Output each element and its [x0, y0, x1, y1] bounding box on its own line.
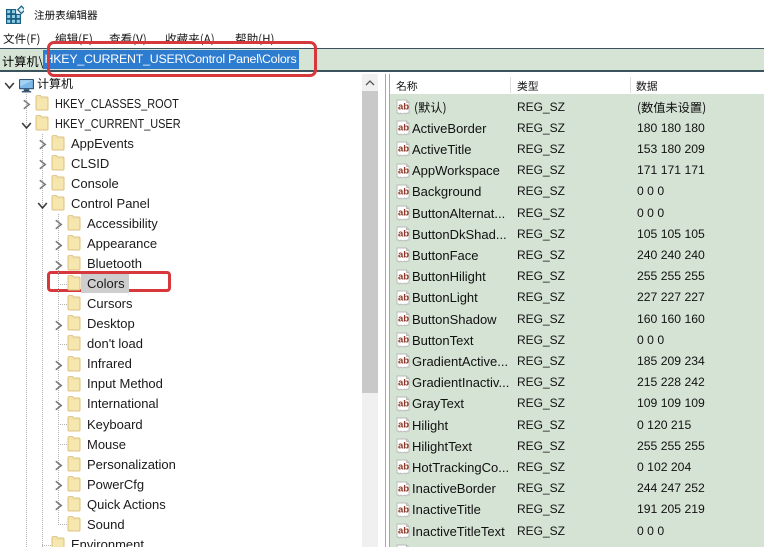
- svg-text:ab: ab: [398, 526, 409, 537]
- svg-text:ab: ab: [398, 377, 409, 388]
- svg-text:ab: ab: [398, 229, 409, 240]
- svg-text:ab: ab: [398, 165, 409, 176]
- svg-text:ab: ab: [398, 462, 409, 473]
- svg-text:ab: ab: [398, 208, 409, 219]
- svg-text:ab: ab: [398, 420, 409, 431]
- svg-text:ab: ab: [398, 123, 409, 134]
- svg-text:ab: ab: [398, 314, 409, 325]
- svg-text:ab: ab: [398, 335, 409, 346]
- svg-text:ab: ab: [398, 186, 409, 197]
- svg-text:ab: ab: [398, 356, 409, 367]
- svg-text:ab: ab: [398, 441, 409, 452]
- svg-text:ab: ab: [398, 292, 409, 303]
- svg-text:ab: ab: [398, 398, 409, 409]
- svg-text:ab: ab: [398, 271, 409, 282]
- svg-text:ab: ab: [398, 144, 409, 155]
- svg-text:ab: ab: [398, 483, 409, 494]
- svg-text:ab: ab: [398, 504, 409, 515]
- svg-text:ab: ab: [398, 102, 409, 113]
- svg-text:ab: ab: [398, 250, 409, 261]
